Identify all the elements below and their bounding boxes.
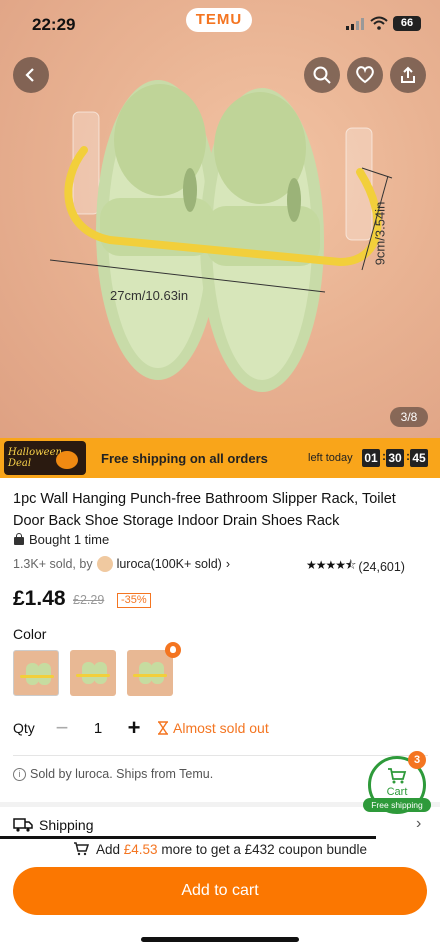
- halloween-deal-badge: Halloween Deal: [4, 441, 86, 475]
- divider: [13, 755, 428, 756]
- color-swatch[interactable]: [13, 650, 59, 696]
- current-price: £1.48: [13, 587, 66, 610]
- signal-icon: [346, 18, 364, 30]
- color-swatch[interactable]: [70, 650, 116, 696]
- search-button[interactable]: [304, 57, 340, 93]
- qty-decrease-button[interactable]: −: [48, 715, 76, 743]
- wifi-icon: [370, 16, 388, 30]
- shipping-row[interactable]: Shipping: [13, 817, 94, 833]
- dimension-width-label: 27cm/10.63in: [110, 288, 189, 303]
- qty-increase-button[interactable]: +: [120, 715, 148, 743]
- product-image[interactable]: 27cm/10.63in 9cm/3.54in 22:29 TEMU 66 3/…: [0, 0, 440, 438]
- add-to-cart-button[interactable]: Add to cart: [13, 867, 427, 915]
- status-time: 22:29: [32, 15, 76, 34]
- battery-icon: 66: [393, 16, 421, 31]
- share-icon: [401, 66, 415, 83]
- sold-by-text: Sold by luroca. Ships from Temu.: [30, 767, 214, 781]
- left-today-label: left today: [308, 452, 353, 464]
- original-price: £2.29: [73, 593, 105, 607]
- cart-count-badge: 3: [408, 751, 426, 769]
- timer-seconds: 45: [410, 449, 428, 467]
- sold-count: 1.3K+ sold, by: [13, 557, 93, 571]
- dimension-height-label: 9cm/3.54in: [372, 201, 388, 266]
- status-bar: 22:29 TEMU 66: [0, 0, 440, 46]
- seller-avatar: [96, 556, 113, 572]
- favorite-button[interactable]: [347, 57, 383, 93]
- search-icon: [313, 66, 331, 84]
- color-swatch[interactable]: [127, 650, 173, 696]
- hourglass-icon: [158, 721, 168, 735]
- sold-by-info: i Sold by luroca. Ships from Temu.: [13, 767, 213, 781]
- image-counter: 3/8: [390, 407, 428, 427]
- home-indicator[interactable]: [141, 937, 299, 942]
- heart-icon: [356, 66, 374, 84]
- cart-icon: [73, 842, 90, 856]
- coupon-amount: £4.53: [123, 842, 158, 857]
- coupon-pre: Add: [95, 842, 121, 857]
- coupon-bundle-banner[interactable]: Add £4.53 more to get a £432 coupon bund…: [0, 842, 440, 857]
- chevron-right-icon: ›: [225, 557, 231, 571]
- scroll-divider: [0, 836, 376, 839]
- cart-icon: [388, 768, 407, 784]
- free-shipping-pill: Free shipping: [363, 798, 431, 812]
- cart-label: Cart: [386, 786, 408, 798]
- info-icon: i: [13, 767, 26, 781]
- shipping-label: Shipping: [39, 817, 94, 833]
- seller-name: luroca(100K+ sold): [116, 557, 222, 571]
- discount-badge: -35%: [117, 593, 151, 608]
- chevron-right-icon: ›: [416, 815, 422, 832]
- timer-minutes: 30: [386, 449, 404, 467]
- share-button[interactable]: [390, 57, 426, 93]
- star-rating-icon: ★★★★⯪: [306, 558, 356, 572]
- qty-label: Qty: [13, 720, 35, 736]
- hot-flame-icon: [165, 642, 181, 658]
- pumpkin-icon: [56, 451, 78, 469]
- back-button[interactable]: [13, 57, 49, 93]
- temu-logo: TEMU: [186, 8, 252, 32]
- timer-hours: 01: [362, 449, 380, 467]
- seller-link[interactable]: 1.3K+ sold, by luroca(100K+ sold) ›: [13, 556, 230, 572]
- truck-icon: [13, 818, 33, 832]
- bought-count: Bought 1 time: [13, 532, 109, 547]
- almost-sold-out: Almost sold out: [157, 720, 269, 736]
- chevron-left-icon: [25, 68, 34, 82]
- color-label: Color: [13, 626, 47, 642]
- bought-text: Bought 1 time: [29, 532, 110, 547]
- rating-count: (24,601): [358, 559, 405, 574]
- qty-value[interactable]: 1: [76, 715, 120, 743]
- product-title: 1pc Wall Hanging Punch-free Bathroom Sli…: [13, 491, 396, 529]
- halloween-deal-text: Halloween Deal: [8, 447, 62, 469]
- promo-banner[interactable]: Halloween Deal Free shipping on all orde…: [0, 438, 440, 478]
- promo-text: Free shipping on all orders: [101, 451, 268, 466]
- bag-icon: [14, 533, 24, 545]
- coupon-post: more to get a £432 coupon bundle: [161, 842, 368, 857]
- almost-sold-out-text: Almost sold out: [173, 720, 269, 736]
- rating[interactable]: ★★★★⯪ (24,601): [306, 556, 405, 577]
